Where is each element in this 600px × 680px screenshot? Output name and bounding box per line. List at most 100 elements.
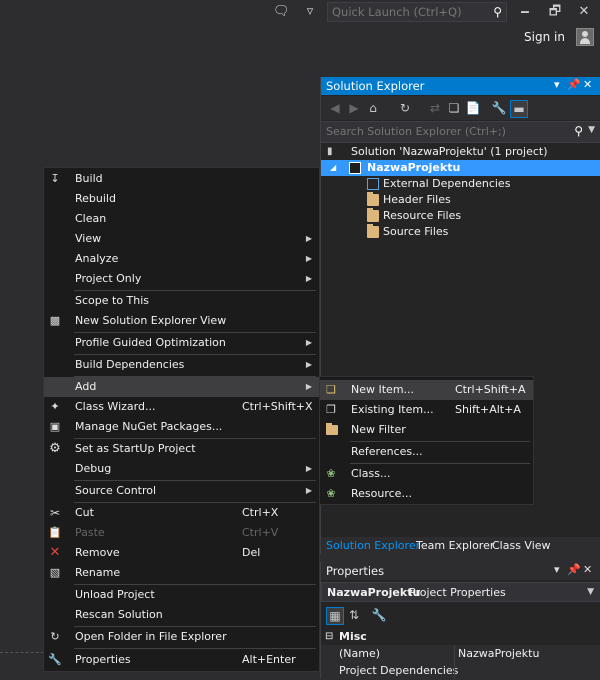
submenu-item-class[interactable]: ❀ Class... (320, 464, 533, 484)
alphabetical-icon[interactable]: ⇅ (346, 607, 362, 623)
solution-explorer-title-bar: Solution Explorer ▾ 📌 ✕ (321, 77, 600, 95)
menu-item-rename[interactable]: ▧ Rename (44, 563, 319, 583)
solution-icon: ▮ (327, 146, 333, 157)
dropdown-icon[interactable]: ▾ (554, 78, 560, 91)
feedback-icon[interactable]: 🗨 (273, 4, 290, 20)
tree-folder-node[interactable]: External Dependencies (321, 176, 600, 192)
back-icon[interactable]: ◀ (327, 100, 343, 116)
submenu-item-new-filter[interactable]: New Filter (320, 420, 533, 440)
menu-item-scope-to-this[interactable]: Scope to This (44, 291, 319, 311)
menu-item-rebuild[interactable]: Rebuild (44, 189, 319, 209)
remove-icon: ✕ (49, 545, 61, 560)
tab-class-view[interactable]: Class View (492, 539, 551, 552)
preview-icon[interactable]: ▬ (510, 100, 528, 118)
submenu-arrow-icon: ▶ (305, 382, 312, 391)
project-icon (349, 162, 361, 174)
menu-item-debug[interactable]: Debug ▶ (44, 459, 319, 479)
menu-item-profile-guided-optimization[interactable]: Profile Guided Optimization ▶ (44, 333, 319, 353)
restore-button[interactable]: 🗗 (547, 4, 563, 20)
menu-separator (74, 648, 316, 649)
close-icon[interactable]: ✕ (583, 563, 592, 576)
property-category[interactable]: ⊟ Misc (321, 628, 600, 645)
property-row[interactable]: Project Dependencies (321, 662, 600, 679)
submenu-arrow-icon: ▶ (305, 234, 312, 243)
sync-icon[interactable]: ↻ (397, 100, 413, 116)
chevron-down-icon[interactable]: ▼ (588, 125, 595, 135)
menu-item-build-dependencies[interactable]: Build Dependencies ▶ (44, 355, 319, 375)
tree-folder-node[interactable]: Source Files (321, 224, 600, 240)
gear-icon: ⚙ (49, 441, 61, 456)
folder-icon (367, 192, 379, 206)
collapse-icon[interactable]: ⊟ (325, 628, 333, 645)
properties-toolbar: ▦ ⇅ 🔧 (321, 604, 600, 626)
menu-item-paste[interactable]: 📋 Paste Ctrl+V (44, 523, 319, 543)
solution-explorer-title: Solution Explorer (326, 79, 425, 93)
menu-item-clean[interactable]: Clean (44, 209, 319, 229)
submenu-item-references[interactable]: References... (320, 442, 533, 462)
menu-item-view[interactable]: View ▶ (44, 229, 319, 249)
minimize-button[interactable]: 🗕 (517, 4, 533, 20)
property-row[interactable]: (Name) NazwaProjektu (321, 645, 600, 662)
chevron-down-icon[interactable]: ▼ (587, 587, 594, 597)
build-icon: ↧ (50, 172, 60, 185)
menu-item-build[interactable]: ↧ Build (44, 169, 319, 189)
nuget-icon: ▣ (49, 420, 61, 433)
expand-icon[interactable]: ◢ (330, 162, 342, 174)
menu-item-open-folder[interactable]: ↻ Open Folder in File Explorer (44, 627, 319, 647)
close-button[interactable]: ✕ (576, 4, 592, 20)
dropdown-icon[interactable]: ▾ (554, 563, 560, 576)
solution-explorer-search-input[interactable] (321, 122, 571, 140)
menu-item-add[interactable]: Add ▶ (44, 377, 319, 397)
menu-item-cut[interactable]: ✂ Cut Ctrl+X (44, 503, 319, 523)
menu-item-project-only[interactable]: Project Only ▶ (44, 269, 319, 289)
wrench-icon[interactable]: 🔧 (371, 607, 387, 623)
menu-item-analyze[interactable]: Analyze ▶ (44, 249, 319, 269)
tree-folder-node[interactable]: Header Files (321, 192, 600, 208)
tree-project-node[interactable]: ◢ NazwaProjektu (321, 160, 600, 176)
external-dependencies-icon (367, 178, 379, 190)
tree-folder-node[interactable]: Resource Files (321, 208, 600, 224)
solution-explorer-search[interactable]: ⚲ ▼ (321, 121, 600, 143)
new-view-icon: ▩ (49, 314, 61, 327)
menu-item-rescan-solution[interactable]: Rescan Solution (44, 605, 319, 625)
submenu-arrow-icon: ▶ (305, 360, 312, 369)
new-item-icon: ❏ (326, 383, 336, 396)
refresh-icon[interactable]: ⇄ (427, 100, 443, 116)
menu-item-properties[interactable]: 🔧 Properties Alt+Enter (44, 650, 319, 670)
menu-item-remove[interactable]: ✕ Remove Del (44, 543, 319, 563)
search-icon[interactable]: ⚲ (574, 124, 583, 138)
submenu-arrow-icon: ▶ (305, 338, 312, 347)
pin-icon[interactable]: 📌 (567, 563, 581, 576)
categorized-icon[interactable]: ▦ (326, 607, 344, 625)
wrench-icon[interactable]: 🔧 (491, 100, 507, 116)
collapse-all-icon[interactable]: ❏ (446, 100, 462, 116)
home-icon[interactable]: ⌂ (365, 100, 381, 116)
menu-item-set-startup[interactable]: ⚙ Set as StartUp Project (44, 439, 319, 459)
tree-solution-node[interactable]: ▮ Solution 'NazwaProjektu' (1 project) (321, 144, 600, 160)
pin-icon[interactable]: 📌 (567, 78, 581, 91)
search-icon[interactable]: ⚲ (493, 5, 502, 19)
menu-item-new-solution-explorer-view[interactable]: ▩ New Solution Explorer View (44, 311, 319, 331)
solution-explorer-toolbar: ◀ ▶ ⌂ ↻ ⇄ ❏ 📄 🔧 ▬ (321, 96, 600, 120)
properties-object-selector[interactable]: NazwaProjektu Project Properties ▼ (321, 582, 600, 602)
close-icon[interactable]: ✕ (583, 78, 592, 91)
menu-item-source-control[interactable]: Source Control ▶ (44, 481, 319, 501)
tab-solution-explorer[interactable]: Solution Explorer (326, 539, 420, 552)
scissors-icon: ✂ (49, 506, 61, 520)
submenu-item-new-item[interactable]: ❏ New Item... Ctrl+Shift+A (320, 380, 533, 400)
menu-item-class-wizard[interactable]: ✦ Class Wizard... Ctrl+Shift+X (44, 397, 319, 417)
avatar[interactable] (576, 28, 594, 46)
menu-item-manage-nuget[interactable]: ▣ Manage NuGet Packages... (44, 417, 319, 437)
folder-icon (367, 208, 379, 222)
sign-in-link[interactable]: Sign in (524, 30, 565, 44)
tab-team-explorer[interactable]: Team Explorer (416, 539, 494, 552)
quick-launch-input[interactable] (328, 3, 486, 21)
submenu-arrow-icon: ▶ (305, 274, 312, 283)
filter-icon[interactable]: ▿ (302, 4, 318, 20)
submenu-item-resource[interactable]: ❀ Resource... (320, 484, 533, 504)
quick-launch-box[interactable]: ⚲ (327, 2, 507, 22)
show-all-files-icon[interactable]: 📄 (465, 100, 481, 116)
menu-item-unload-project[interactable]: Unload Project (44, 585, 319, 605)
submenu-item-existing-item[interactable]: ❐ Existing Item... Shift+Alt+A (320, 400, 533, 420)
forward-icon[interactable]: ▶ (346, 100, 362, 116)
